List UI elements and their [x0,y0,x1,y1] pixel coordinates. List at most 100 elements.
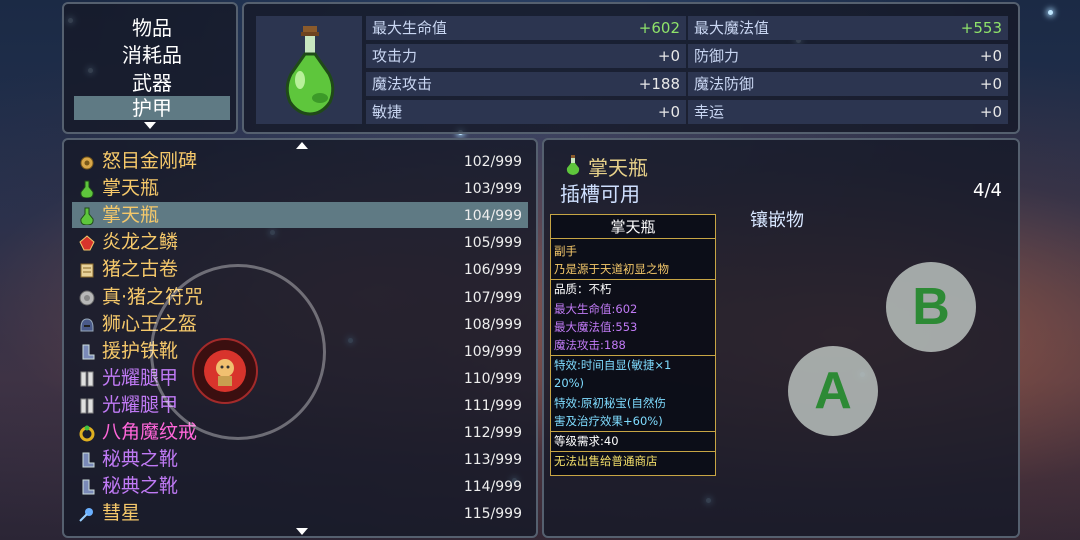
list-item[interactable]: 怒目金刚碑 102/999 [72,148,528,174]
list-item-count: 111/999 [463,397,522,414]
list-item-count: 109/999 [463,343,522,360]
socket-count: 4/4 [973,180,1002,201]
tooltip-line: 魔法攻击:188 [554,338,626,352]
category-item-consumables[interactable]: 消耗品 [74,42,230,68]
tooltip-line: 害及治疗效果+60%) [554,414,663,428]
tooltip-line: 品质：不朽 [554,282,612,296]
boots-icon [78,477,96,495]
list-item[interactable]: 彗星 115/999 [72,500,528,526]
tooltip-divider [551,451,715,452]
stat-agility: 敏捷 +0 [366,100,686,124]
joystick-knob[interactable] [192,338,258,404]
scroll-down-arrow-icon[interactable] [144,122,156,129]
tooltip-line: 副手 [554,244,577,258]
tooltip-divider [551,431,715,432]
stat-attack: 攻击力 +0 [366,44,686,68]
stat-label: 魔法防御 [694,75,755,93]
list-item-count: 115/999 [463,506,522,523]
tooltip-line: 特效:原初秘宝(自然伤 [554,396,666,410]
stat-value: +0 [657,47,680,65]
list-item-count: 103/999 [463,181,522,198]
a-button-label: A [814,362,852,420]
comet-icon [78,504,96,523]
stat-magic-defense: 魔法防御 +0 [688,72,1008,96]
gem-slot-label[interactable]: 镶嵌物 [750,206,804,232]
potion-icon [78,179,96,199]
list-item-count: 108/999 [463,316,522,333]
b-button[interactable]: B [886,262,976,352]
greaves-icon [78,369,96,387]
tooltip-line: 最大生命值:602 [554,302,638,316]
tooltip-line: 等级需求:40 [554,434,619,448]
stat-luck: 幸运 +0 [688,100,1008,124]
tooltip-line: 20%) [554,376,585,390]
greaves-icon [78,396,96,414]
list-item[interactable]: 秘典之靴 114/999 [72,473,528,499]
scroll-icon [78,260,96,278]
stat-magic-attack: 魔法攻击 +188 [366,72,686,96]
tooltip-line: 乃是源于天道初显之物 [554,262,669,276]
list-item-count: 113/999 [463,452,522,469]
category-item-items[interactable]: 物品 [74,16,230,40]
amulet-icon [78,152,96,170]
tooltip-line: 特效:时间自显(敏捷×1 [554,358,672,372]
stat-label: 魔法攻击 [372,75,433,93]
stat-label: 敏捷 [372,103,403,121]
list-item-name: 秘典之靴 [102,448,179,471]
a-button[interactable]: A [788,346,878,436]
tooltip-divider [551,355,715,356]
stat-label: 攻击力 [372,47,418,65]
stat-value: +602 [638,19,680,37]
stat-value: +0 [657,103,680,121]
list-item[interactable]: 掌天瓶 103/999 [72,175,528,201]
potion-icon [285,26,335,116]
stat-max-mp: 最大魔法值 +553 [688,16,1008,40]
tooltip-line: 最大魔法值:553 [554,320,638,334]
list-item-name: 掌天瓶 [102,204,160,227]
scale-icon [78,233,96,251]
list-item-count: 107/999 [463,289,522,306]
b-button-label: B [912,278,950,336]
socket-status: 插槽可用 [560,182,640,206]
potion-icon [78,206,96,226]
stat-value: +0 [979,75,1002,93]
stat-label: 幸运 [694,103,725,121]
stat-value: +188 [638,75,680,93]
list-item[interactable]: 掌天瓶 104/999 [72,202,528,229]
joystick-knob-center [204,350,246,392]
potion-icon [566,155,580,175]
list-item-name: 怒目金刚碑 [102,150,198,172]
list-item-count: 105/999 [463,235,522,252]
stat-defense: 防御力 +0 [688,44,1008,68]
stat-max-hp: 最大生命值 +602 [366,16,686,40]
category-item-armor[interactable]: 护甲 [74,96,230,120]
list-item[interactable]: 秘典之靴 113/999 [72,446,528,472]
list-item[interactable]: 炎龙之鳞 105/999 [72,229,528,255]
list-item-count: 102/999 [463,154,522,170]
stat-value: +0 [979,103,1002,121]
stat-value: +553 [960,19,1002,37]
tooltip-divider [551,279,715,280]
list-item-count: 112/999 [463,425,522,441]
tooltip-line: 无法出售给普通商店 [554,454,658,468]
stat-label: 最大生命值 [372,19,448,37]
scroll-down-arrow-icon[interactable] [296,528,308,535]
list-item[interactable]: 猪之古卷 106/999 [72,256,528,282]
category-item-weapons[interactable]: 武器 [74,70,230,96]
sparkle [1048,10,1053,15]
boots-icon [78,450,96,468]
stats-panel: 最大生命值 +602 最大魔法值 +553 攻击力 +0 防御力 +0 魔法攻击… [242,2,1020,134]
list-item-count: 114/999 [463,479,522,496]
list-item-name: 掌天瓶 [102,177,160,200]
detail-title: 掌天瓶 [588,156,648,180]
ring-icon [78,423,96,442]
list-item[interactable]: 八角魔纹戒 112/999 [72,419,528,445]
list-item-name: 秘典之靴 [102,475,179,498]
list-item-name: 炎龙之鳞 [102,231,179,254]
list-item-count: 106/999 [463,262,522,279]
list-item-name: 猪之古卷 [102,258,179,281]
list-item-count: 110/999 [463,370,522,387]
stat-label: 防御力 [694,47,740,65]
list-item-name: 八角魔纹戒 [102,421,198,443]
boots-icon [78,342,96,360]
